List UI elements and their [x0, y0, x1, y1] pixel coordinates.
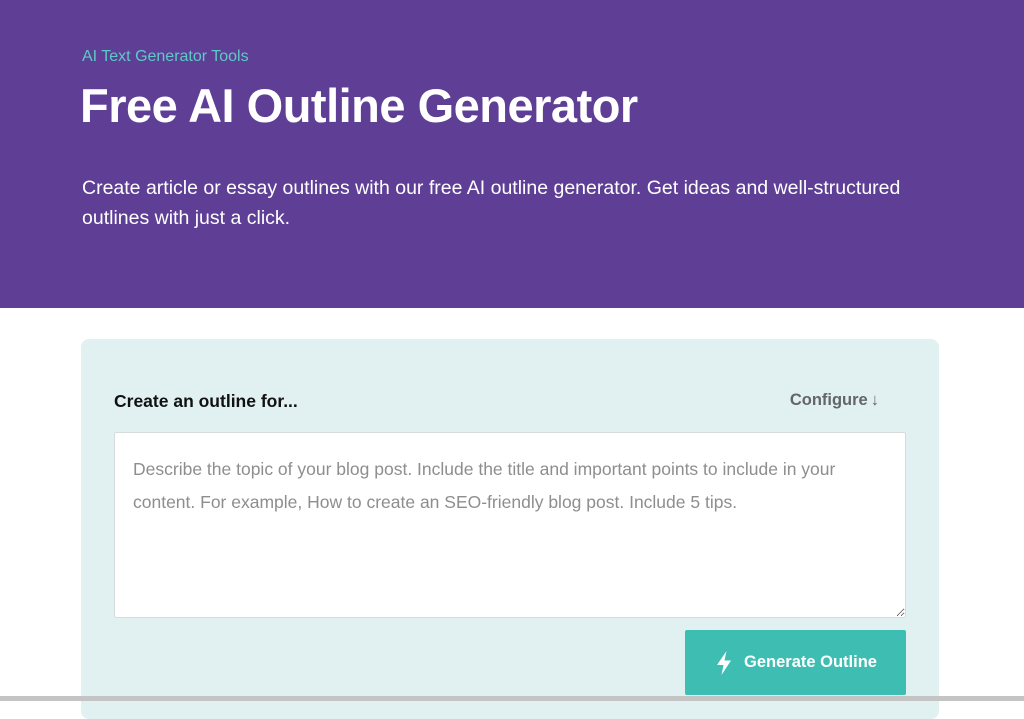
- form-label: Create an outline for...: [114, 391, 298, 411]
- page-title: Free AI Outline Generator: [80, 79, 638, 132]
- lightning-bolt-icon: [717, 650, 732, 675]
- generate-button-label: Generate Outline: [744, 653, 877, 671]
- topic-input[interactable]: [114, 432, 906, 618]
- outline-form-card: Create an outline for... Configure↓ Gene…: [81, 339, 939, 719]
- generate-outline-button[interactable]: Generate Outline: [685, 630, 906, 695]
- arrow-down-icon: ↓: [870, 391, 879, 409]
- hero-banner: AI Text Generator Tools Free AI Outline …: [0, 0, 1024, 308]
- breadcrumb-link[interactable]: AI Text Generator Tools: [82, 48, 249, 66]
- page-subtitle: Create article or essay outlines with ou…: [82, 177, 901, 229]
- configure-label: Configure: [789, 391, 868, 409]
- configure-toggle[interactable]: Configure ↓: [790, 391, 879, 410]
- horizontal-scrollbar[interactable]: [0, 696, 1024, 701]
